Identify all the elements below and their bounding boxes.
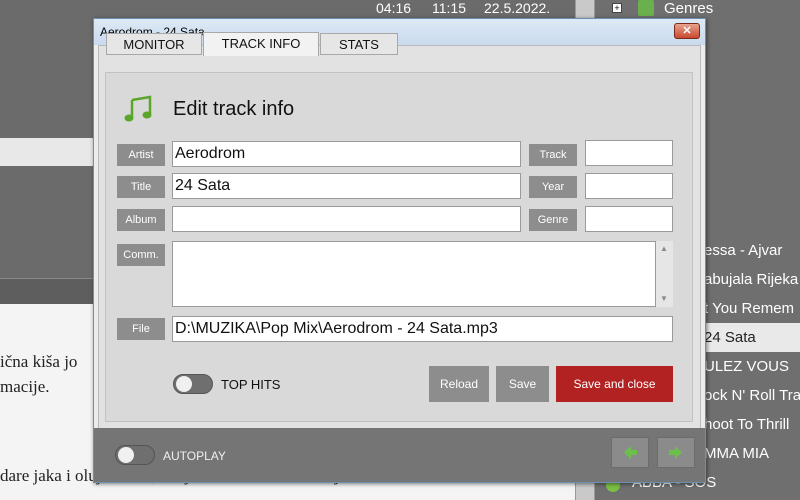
year-field[interactable]: [585, 173, 673, 199]
file-label: File: [117, 318, 165, 340]
playlist-item[interactable]: ock N' Roll Tra: [700, 381, 800, 410]
tab-stats[interactable]: STATS: [320, 33, 398, 55]
comment-label: Comm.: [117, 244, 165, 266]
toggle-knob: [118, 447, 134, 463]
comment-field[interactable]: [172, 241, 656, 307]
toggle-knob: [176, 376, 192, 392]
next-track-button[interactable]: [657, 437, 695, 468]
title-field[interactable]: 24 Sata: [172, 173, 521, 199]
album-label: Album: [117, 209, 165, 231]
year-label: Year: [529, 176, 577, 198]
scroll-up-icon[interactable]: ▲: [659, 244, 669, 254]
music-note-icon: [124, 95, 152, 122]
playlist-item-selected[interactable]: 24 Sata: [700, 323, 800, 352]
background-panel: [0, 166, 100, 278]
clock-time-1: 04:16: [376, 0, 412, 16]
playlist-item[interactable]: ULEZ VOUS: [700, 352, 800, 381]
background-strip: [0, 138, 100, 166]
track-field[interactable]: [585, 140, 673, 166]
playlist-item[interactable]: t You Remem: [700, 294, 800, 323]
reload-button[interactable]: Reload: [429, 366, 489, 402]
save-button[interactable]: Save: [496, 366, 549, 402]
artist-label: Artist: [117, 144, 165, 166]
save-and-close-button[interactable]: Save and close: [556, 366, 673, 402]
top-hits-label: TOP HITS: [221, 377, 281, 392]
genre-field[interactable]: [585, 206, 673, 232]
autoplay-label: AUTOPLAY: [163, 449, 226, 463]
comment-scrollbar[interactable]: ▲ ▼: [656, 241, 673, 307]
page-title: Edit track info: [173, 98, 295, 120]
playlist-item[interactable]: hoot To Thrill: [700, 410, 800, 439]
genres-label: Genres: [664, 0, 714, 17]
scroll-down-icon[interactable]: ▼: [659, 294, 669, 304]
clock-time-2: 11:15: [432, 0, 466, 16]
title-label: Title: [117, 176, 165, 198]
tab-track-info[interactable]: TRACK INFO: [203, 32, 319, 56]
doc-line: ična kiša jo: [0, 352, 78, 371]
playlist-item[interactable]: MMA MIA: [700, 439, 800, 468]
file-path-field[interactable]: D:\MUZIKA\Pop Mix\Aerodrom - 24 Sata.mp3: [172, 316, 673, 342]
expand-icon[interactable]: +: [612, 3, 622, 13]
autoplay-toggle[interactable]: [115, 445, 155, 465]
arrow-right-icon: [669, 446, 682, 459]
playlist-item[interactable]: abujala Rijeka: [700, 265, 800, 294]
playlist-item[interactable]: essa - Ajvar: [700, 236, 800, 265]
track-label: Track: [529, 144, 577, 166]
close-button[interactable]: ✕: [674, 23, 700, 39]
tab-monitor[interactable]: MONITOR: [106, 33, 202, 55]
top-hits-toggle[interactable]: [173, 374, 213, 394]
genres-tree-item[interactable]: + Genres: [600, 0, 800, 18]
clock-date: 22.5.2022.: [484, 0, 551, 16]
doc-line: macije.: [0, 377, 50, 396]
folder-icon: [638, 0, 654, 16]
album-field[interactable]: [172, 206, 521, 232]
genre-label: Genre: [529, 209, 577, 231]
arrow-left-icon: [624, 446, 637, 459]
artist-field[interactable]: Aerodrom: [172, 141, 521, 167]
previous-track-button[interactable]: [611, 437, 649, 468]
